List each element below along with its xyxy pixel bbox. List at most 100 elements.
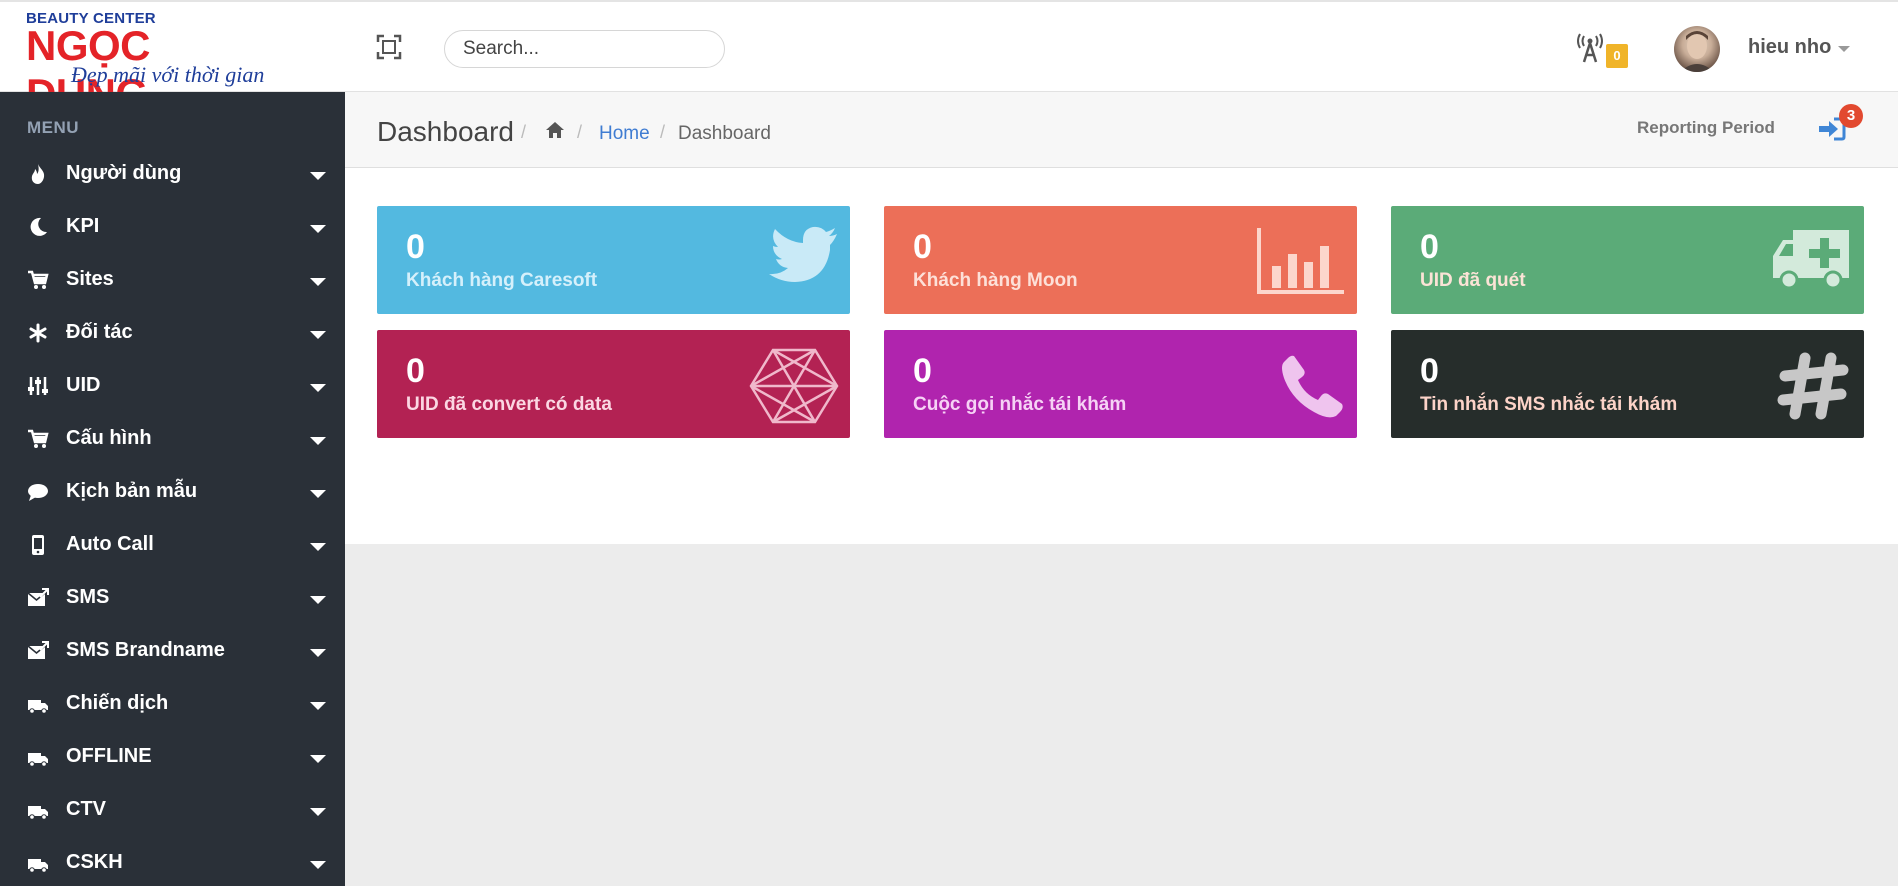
stat-tile-moon[interactable]: 0 Khách hàng Moon	[884, 206, 1357, 314]
sidebar-item-label: Kịch bản mẫu	[66, 480, 198, 502]
caret-down-icon	[310, 490, 326, 498]
brand-logo[interactable]: BEAUTY CENTER NGỌC DUNG Đẹp mãi với thời…	[26, 10, 276, 117]
sidebar-item-auto-call[interactable]: Auto Call	[0, 519, 345, 569]
cart-icon	[27, 269, 49, 291]
tile-value: 0	[1420, 352, 1439, 390]
stat-tile-uid-scanned[interactable]: 0 UID đã quét	[1391, 206, 1864, 314]
sidebar-item-offline[interactable]: OFFLINE	[0, 731, 345, 781]
tile-label: UID đã quét	[1420, 270, 1526, 291]
broadcast-icon	[1577, 33, 1603, 63]
sidebar-item-sites[interactable]: Sites	[0, 254, 345, 304]
caret-down-icon	[310, 702, 326, 710]
truck-icon	[27, 852, 49, 874]
user-name[interactable]: hieu nho	[1748, 36, 1831, 59]
sidebar-item-label: SMS Brandname	[66, 639, 225, 661]
sidebar-item-label: Sites	[66, 268, 114, 290]
home-icon[interactable]	[545, 120, 565, 140]
brand-tagline: Đẹp mãi với thời gian	[71, 62, 265, 87]
chevron-down-icon[interactable]	[1838, 46, 1850, 52]
caret-down-icon	[310, 331, 326, 339]
sidebar-item-label: Auto Call	[66, 533, 154, 555]
caret-down-icon	[310, 861, 326, 869]
polygon-network-icon	[749, 348, 839, 424]
page-title: Dashboard	[377, 116, 514, 147]
breadcrumb-home-link[interactable]: Home	[599, 123, 650, 145]
page-header: Dashboard / / Home / Dashboard Reporting…	[345, 92, 1898, 168]
fullscreen-icon[interactable]	[376, 34, 402, 60]
tile-label: UID đã convert có data	[406, 394, 612, 415]
top-bar: BEAUTY CENTER NGỌC DUNG Đẹp mãi với thời…	[0, 0, 1898, 117]
caret-down-icon	[310, 225, 326, 233]
breadcrumb-current: Dashboard	[678, 123, 771, 144]
stat-tile-sms-reminder[interactable]: 0 Tin nhắn SMS nhắc tái khám	[1391, 330, 1864, 438]
sidebar-item-kpi[interactable]: KPI	[0, 201, 345, 251]
caret-down-icon	[310, 649, 326, 657]
sidebar-item-chien-dich[interactable]: Chiến dịch	[0, 678, 345, 728]
tile-value: 0	[1420, 228, 1439, 266]
breadcrumb-separator: /	[660, 122, 666, 142]
sidebar-item-sms-brandname[interactable]: SMS Brandname	[0, 625, 345, 675]
fire-icon	[27, 163, 49, 185]
menu-header: MENU	[27, 118, 80, 137]
phone-icon	[1280, 354, 1357, 426]
tile-value: 0	[406, 228, 425, 266]
caret-down-icon	[310, 755, 326, 763]
truck-icon	[27, 799, 49, 821]
caret-down-icon	[310, 543, 326, 551]
sidebar-item-uid[interactable]: UID	[0, 360, 345, 410]
sidebar-item-label: KPI	[66, 215, 100, 237]
sidebar-item-nguoi-dung[interactable]: Người dùng	[0, 148, 345, 198]
sidebar-item-label: OFFLINE	[66, 745, 152, 767]
caret-down-icon	[310, 278, 326, 286]
asterisk-icon	[27, 322, 49, 344]
breadcrumb-separator: /	[521, 122, 527, 142]
sidebar-item-kich-ban-mau[interactable]: Kịch bản mẫu	[0, 466, 345, 516]
sidebar-item-doi-tac[interactable]: Đối tác	[0, 307, 345, 357]
envelope-icon	[27, 587, 49, 609]
sidebar-item-label: CSKH	[66, 851, 123, 873]
sidebar-item-label: Người dùng	[66, 162, 182, 184]
tile-label: Khách hàng Moon	[913, 270, 1078, 291]
truck-icon	[27, 693, 49, 715]
sign-in-count-badge: 3	[1839, 104, 1863, 128]
sidebar-item-cau-hinh[interactable]: Cấu hình	[0, 413, 345, 463]
hashtag-icon	[1777, 352, 1864, 424]
sidebar-item-label: SMS	[66, 586, 110, 608]
cart-icon	[27, 428, 49, 450]
sliders-icon	[27, 375, 49, 397]
notification-button[interactable]: 0	[1576, 32, 1634, 72]
caret-down-icon	[310, 384, 326, 392]
tile-label: Tin nhắn SMS nhắc tái khám	[1420, 394, 1678, 415]
notification-count-badge: 0	[1606, 44, 1628, 68]
twitter-icon	[767, 226, 850, 298]
ambulance-icon	[1771, 226, 1861, 298]
breadcrumb-separator: /	[577, 122, 583, 142]
stat-tile-call-reminder[interactable]: 0 Cuộc gọi nhắc tái khám	[884, 330, 1357, 438]
caret-down-icon	[310, 172, 326, 180]
tile-label: Khách hàng Caresoft	[406, 270, 598, 291]
caret-down-icon	[310, 808, 326, 816]
tile-label: Cuộc gọi nhắc tái khám	[913, 394, 1127, 415]
caret-down-icon	[310, 596, 326, 604]
avatar[interactable]	[1674, 26, 1720, 72]
truck-icon	[27, 746, 49, 768]
search-input[interactable]	[444, 30, 725, 68]
main-content: Dashboard / / Home / Dashboard Reporting…	[345, 92, 1898, 886]
sidebar-item-label: Chiến dịch	[66, 692, 169, 714]
bar-chart-icon	[1256, 226, 1346, 298]
sidebar-item-label: CTV	[66, 798, 106, 820]
sidebar-item-sms[interactable]: SMS	[0, 572, 345, 622]
tile-value: 0	[406, 352, 425, 390]
dashboard-panel: Dashboard / / Home / Dashboard Reporting…	[345, 92, 1898, 544]
caret-down-icon	[310, 437, 326, 445]
sidebar-item-cskh[interactable]: CSKH	[0, 837, 345, 886]
reporting-period-button[interactable]: Reporting Period	[1637, 118, 1775, 138]
sidebar-item-label: UID	[66, 374, 101, 396]
sidebar-item-label: Đối tác	[66, 321, 133, 343]
stat-tile-uid-converted[interactable]: 0 UID đã convert có data	[377, 330, 850, 438]
sidebar-item-label: Cấu hình	[66, 427, 152, 449]
sidebar-item-ctv[interactable]: CTV	[0, 784, 345, 834]
stat-tile-caresoft[interactable]: 0 Khách hàng Caresoft	[377, 206, 850, 314]
comment-icon	[27, 481, 49, 503]
moon-icon	[27, 216, 49, 238]
